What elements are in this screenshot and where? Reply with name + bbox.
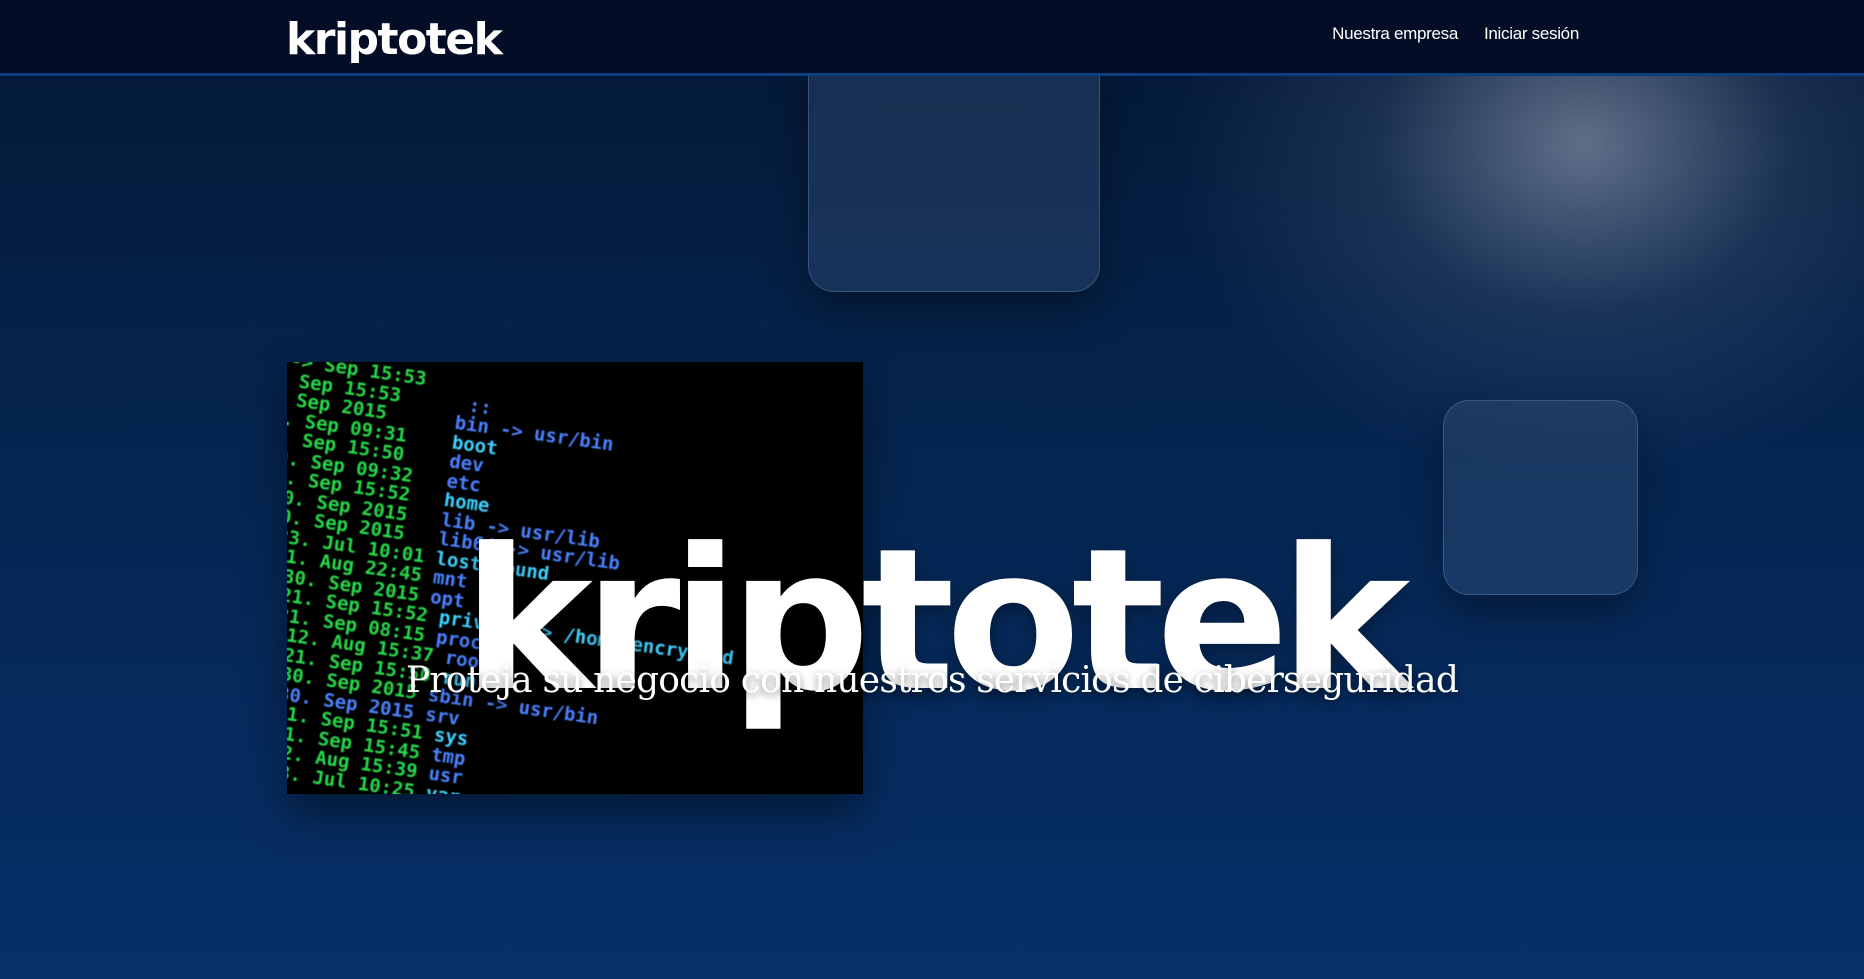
main-nav: Nuestra empresa Iniciar sesión bbox=[1332, 24, 1579, 44]
decorative-glass-square-top bbox=[808, 60, 1100, 292]
nav-link-iniciar-sesion[interactable]: Iniciar sesión bbox=[1484, 24, 1579, 44]
hero-subtitle: Proteja su negocio con nuestros servicio… bbox=[405, 660, 1459, 701]
nav-link-nuestra-empresa[interactable]: Nuestra empresa bbox=[1332, 24, 1458, 44]
top-navbar: kriptotek Nuestra empresa Iniciar sesión bbox=[0, 0, 1864, 76]
brand-logo[interactable]: kriptotek bbox=[286, 12, 503, 68]
